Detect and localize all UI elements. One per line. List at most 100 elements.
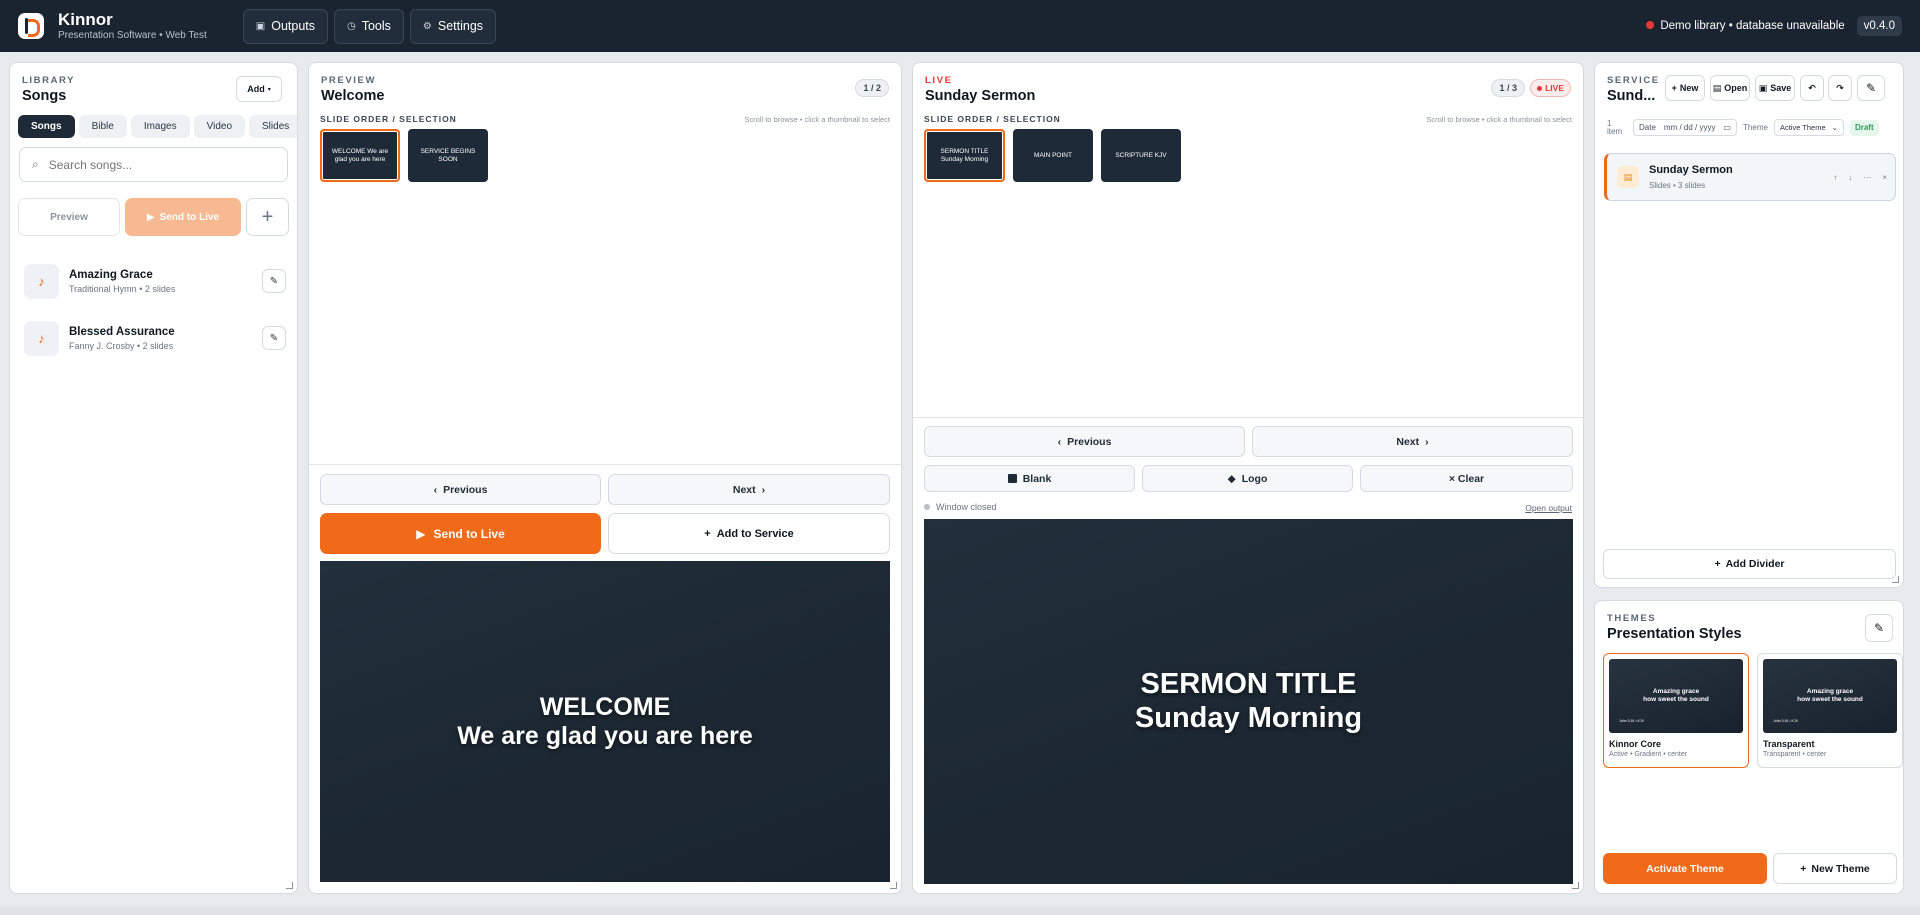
resize-handle[interactable]	[890, 882, 897, 889]
library-panel: LIBRARY Songs Add ▾ Songs Bible Images V…	[9, 62, 298, 894]
theme-preview-line-1: Amazing grace	[1652, 688, 1700, 695]
new-theme-button[interactable]: + New Theme	[1773, 853, 1897, 884]
save-icon: ▣	[1758, 82, 1768, 93]
move-up-icon[interactable]: ↑	[1833, 173, 1837, 182]
live-slide-order-hint: Scroll to browse • click a thumbnail to …	[1426, 115, 1572, 124]
tab-bible[interactable]: Bible	[78, 115, 127, 138]
undo-icon: ↶	[1808, 82, 1816, 93]
activate-theme-button[interactable]: Activate Theme	[1603, 853, 1767, 884]
song-title: Amazing Grace	[69, 268, 153, 281]
tab-images[interactable]: Images	[130, 115, 190, 138]
live-next-button[interactable]: Next ›	[1252, 426, 1573, 457]
save-service-button[interactable]: ▣ Save	[1755, 75, 1795, 101]
list-item[interactable]: ♪ Blessed Assurance Fanny J. Crosby • 2 …	[24, 315, 286, 361]
outputs-label: Outputs	[271, 19, 315, 33]
edit-song-button[interactable]: ✎	[262, 269, 286, 293]
app-name: Kinnor	[58, 9, 113, 29]
settings-button[interactable]: ⚙ Settings	[409, 8, 497, 44]
plus-icon: +	[1714, 558, 1721, 570]
live-eyebrow: LIVE	[925, 75, 953, 86]
logo-button[interactable]: ◆ Logo	[1142, 465, 1353, 492]
edit-theme-button[interactable]: ✎	[1865, 614, 1893, 642]
preview-screen: WELCOME We are glad you are here	[320, 561, 890, 882]
edit-song-button[interactable]: ✎	[262, 326, 286, 350]
more-icon[interactable]: ···	[1863, 173, 1871, 182]
service-item[interactable]: ▤ Sunday Sermon Slides • 3 slides ↑ ↓ ··…	[1604, 153, 1896, 201]
blank-button[interactable]: Blank	[924, 465, 1135, 492]
add-button[interactable]: Add ▾	[236, 76, 282, 102]
redo-button[interactable]: ↷	[1828, 75, 1852, 101]
live-badge: LIVE	[1530, 79, 1571, 97]
add-divider-button[interactable]: + Add Divider	[1603, 549, 1896, 579]
theme-preview: Amazing grace how sweet the sound John 3…	[1609, 659, 1743, 733]
plus-icon: +	[261, 205, 274, 228]
theme-card-transparent[interactable]: Amazing grace how sweet the sound John 3…	[1757, 653, 1903, 768]
edit-service-button[interactable]: ✎	[1857, 75, 1885, 101]
calendar-icon: ▭	[1723, 123, 1732, 132]
tab-songs[interactable]: Songs	[18, 115, 75, 138]
status-footer	[0, 906, 1920, 915]
live-previous-button[interactable]: ‹ Previous	[924, 426, 1245, 457]
settings-label: Settings	[437, 19, 484, 33]
plus-icon: +	[704, 527, 711, 540]
top-bar: Kinnor Presentation Software • Web Test …	[0, 0, 1920, 52]
preview-next-label: Next	[732, 483, 756, 496]
move-down-icon[interactable]: ↓	[1848, 173, 1852, 182]
live-thumb-3[interactable]: SCRIPTURE KJV	[1101, 129, 1181, 182]
kinnor-logo-icon	[18, 13, 44, 39]
chevron-right-icon: ›	[761, 483, 766, 496]
theme-card-kinnor-core[interactable]: Amazing grace how sweet the sound John 3…	[1603, 653, 1749, 768]
live-screen-line-1: SERMON TITLE	[1140, 668, 1357, 701]
divider	[913, 417, 1583, 418]
pencil-icon: ✎	[269, 275, 279, 287]
service-item-title: Sunday Sermon	[1649, 164, 1733, 176]
preview-next-button[interactable]: Next ›	[608, 474, 890, 505]
preview-slide-counter: 1 / 2	[855, 79, 889, 97]
clock-icon: ◷	[347, 20, 356, 32]
theme-subtitle: Transparent • center	[1763, 751, 1827, 758]
open-service-button[interactable]: ▤ Open	[1710, 75, 1750, 101]
search-box: ⌕	[19, 147, 288, 182]
theme-preview-line-2: how sweet the sound	[1643, 696, 1709, 703]
add-to-service-button[interactable]: + Add to Service	[608, 513, 890, 554]
tab-video[interactable]: Video	[193, 115, 246, 138]
remove-icon[interactable]: ×	[1882, 173, 1887, 182]
tools-button[interactable]: ◷ Tools	[334, 8, 404, 44]
tools-label: Tools	[361, 19, 391, 33]
preview-slide-order-label: SLIDE ORDER / SELECTION	[320, 114, 457, 124]
send-to-live-button[interactable]: ▶ Send to Live	[320, 513, 601, 554]
draft-badge: Draft	[1849, 119, 1879, 136]
live-thumb-2[interactable]: MAIN POINT	[1013, 129, 1093, 182]
add-item-button[interactable]: +	[246, 198, 289, 236]
library-send-live-button[interactable]: ▶ Send to Live	[125, 198, 241, 236]
list-item[interactable]: ♪ Amazing Grace Traditional Hymn • 2 sli…	[24, 258, 286, 304]
outputs-button[interactable]: ▣ Outputs	[242, 8, 328, 44]
resize-handle[interactable]	[1892, 576, 1899, 583]
brand: Kinnor Presentation Software • Web Test	[58, 10, 207, 43]
open-output-link[interactable]: Open output	[1525, 503, 1572, 513]
send-to-live-label: Send to Live	[433, 526, 505, 541]
live-slide-counter: 1 / 3	[1491, 79, 1525, 97]
preview-button[interactable]: Preview	[18, 198, 120, 236]
service-date-field[interactable]: Date mm / dd / yyyy ▭	[1633, 119, 1738, 136]
tab-slides[interactable]: Slides	[249, 115, 297, 138]
undo-button[interactable]: ↶	[1800, 75, 1824, 101]
search-input[interactable]	[48, 157, 269, 172]
pencil-icon: ✎	[1865, 81, 1877, 95]
new-service-button[interactable]: + New	[1665, 75, 1705, 101]
service-theme-select[interactable]: Active Theme ⌄	[1773, 119, 1844, 136]
save-service-label: Save	[1770, 83, 1792, 93]
resize-handle[interactable]	[1572, 882, 1579, 889]
add-label: Add	[247, 84, 265, 94]
live-thumb-1[interactable]: SERMON TITLE Sunday Morning	[924, 129, 1005, 182]
clear-button[interactable]: × Clear	[1360, 465, 1573, 492]
theme-preview-line-2: how sweet the sound	[1797, 696, 1863, 703]
live-panel: LIVE Sunday Sermon 1 / 3 LIVE SLIDE ORDE…	[912, 62, 1584, 894]
theme-label: Theme	[1743, 123, 1768, 132]
preview-thumb-2[interactable]: SERVICE BEGINS SOON	[408, 129, 488, 182]
resize-handle[interactable]	[286, 882, 293, 889]
preview-previous-button[interactable]: ‹ Previous	[320, 474, 601, 505]
preview-title: Welcome	[321, 88, 385, 104]
preview-thumb-1[interactable]: WELCOME We are glad you are here	[320, 129, 400, 182]
preview-panel: PREVIEW Welcome 1 / 2 SLIDE ORDER / SELE…	[308, 62, 902, 894]
